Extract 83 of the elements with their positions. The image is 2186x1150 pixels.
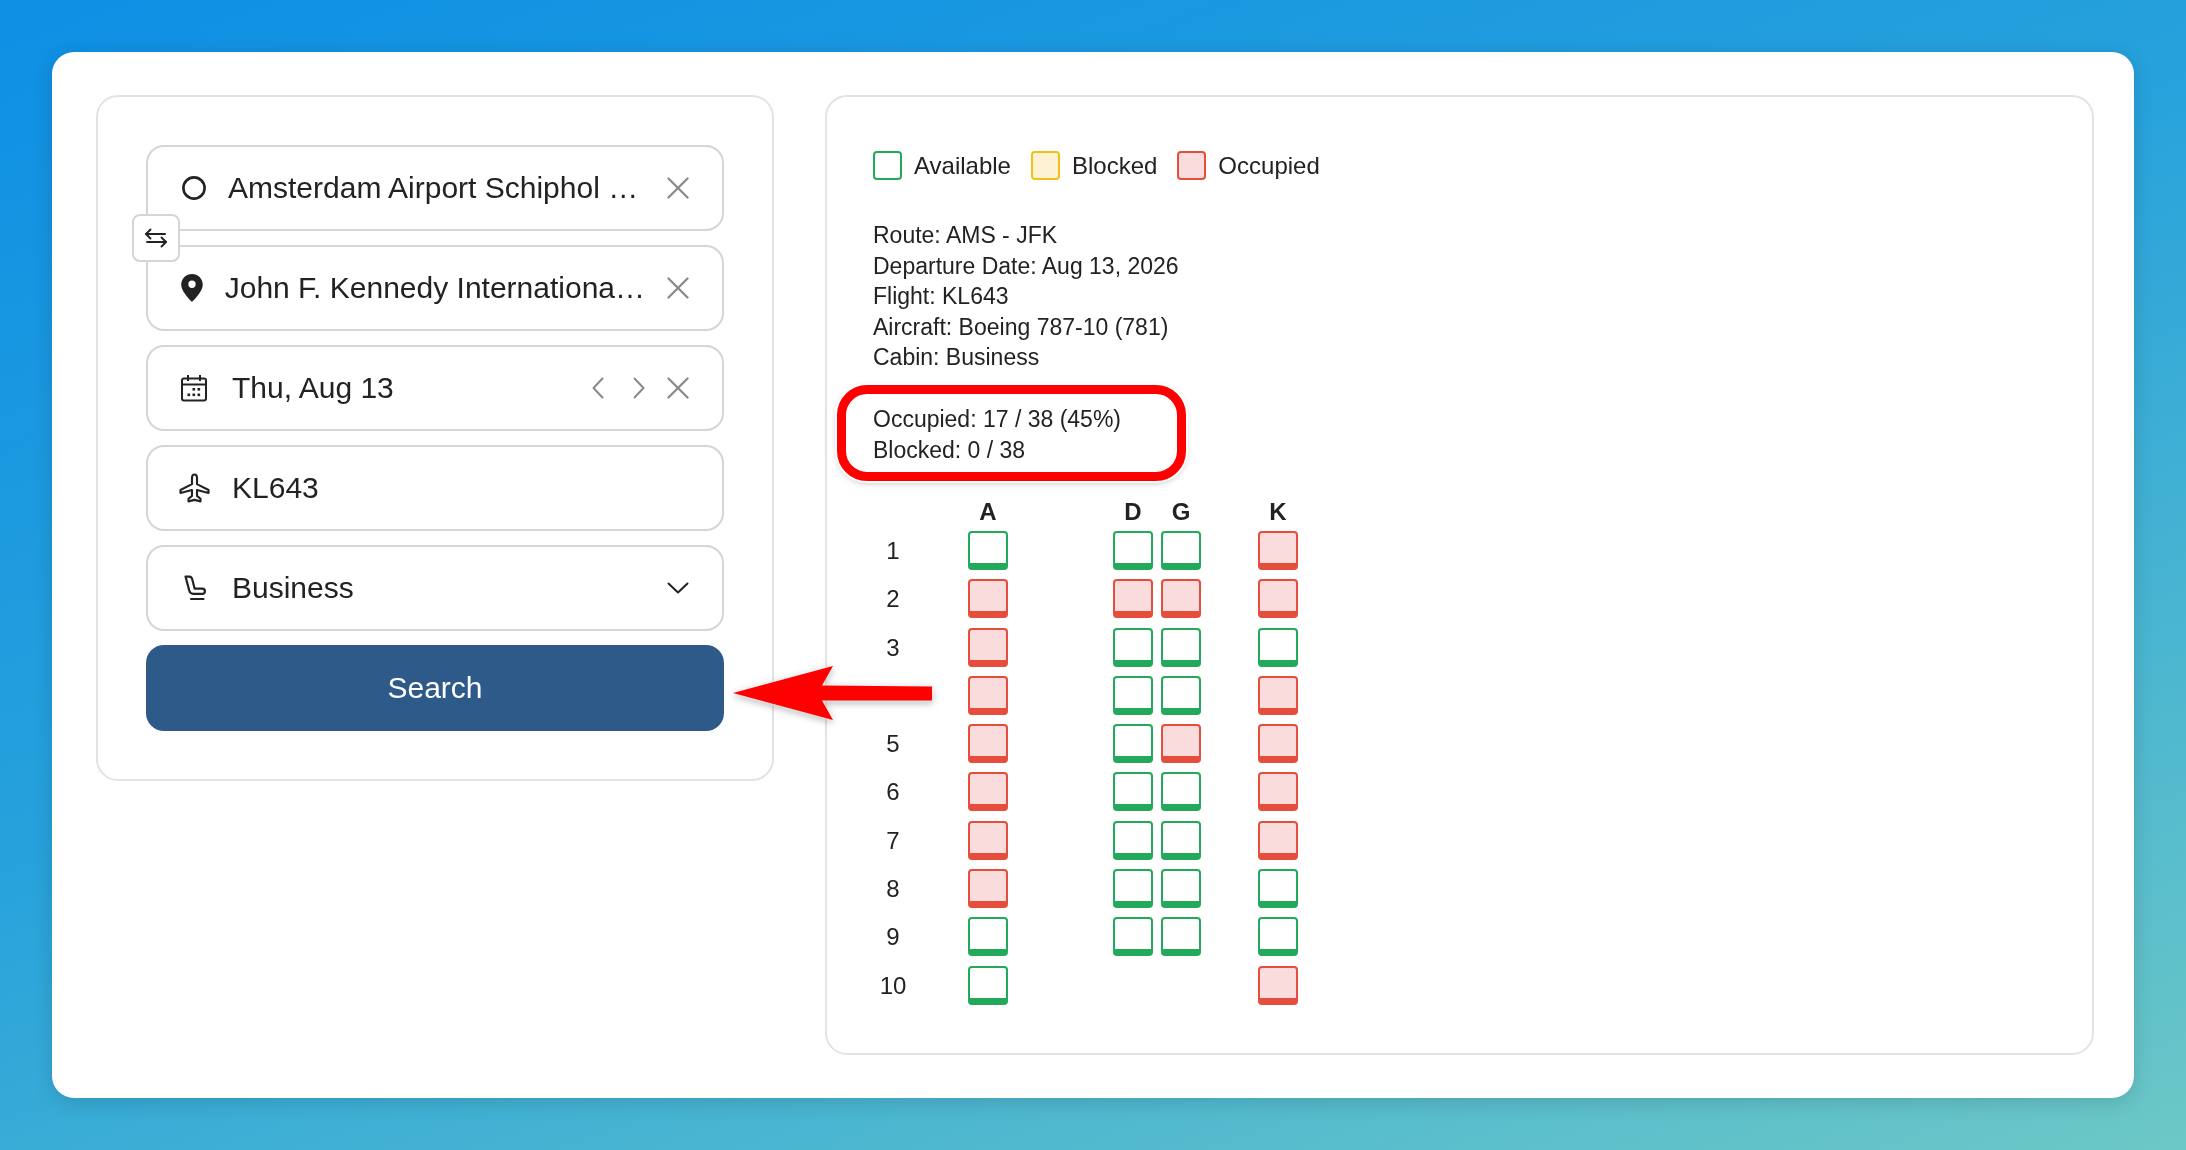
seat-icon xyxy=(1113,772,1153,812)
seat-icon xyxy=(1161,724,1201,764)
seat-icon xyxy=(1113,627,1153,667)
location-pin-icon xyxy=(181,274,204,302)
seat-icon xyxy=(1113,917,1153,957)
flight-info-text: Aircraft: Boeing 787-10 (781) xyxy=(873,312,1169,342)
close-icon[interactable] xyxy=(667,277,689,299)
seat-icon xyxy=(1258,579,1298,619)
seat-icon xyxy=(968,579,1008,619)
swatch-icon xyxy=(1030,151,1060,180)
seat-icon xyxy=(1258,869,1298,909)
seat-icon xyxy=(1258,772,1298,812)
swatch-icon xyxy=(873,151,902,180)
seat-icon xyxy=(1113,675,1153,715)
search-button[interactable]: Search xyxy=(146,645,724,731)
seat-icon xyxy=(1258,917,1298,957)
seat-icon xyxy=(1161,579,1201,619)
flight-info-text: Departure Date: Aug 13, 2026 xyxy=(873,251,1179,281)
chevron-right-icon[interactable] xyxy=(633,377,645,399)
airplane-icon xyxy=(178,473,210,503)
seat-icon xyxy=(968,965,1008,1005)
seat-icon xyxy=(968,772,1008,812)
swap-button[interactable] xyxy=(132,214,180,262)
seat-icon xyxy=(1113,579,1153,619)
seat-icon xyxy=(1258,965,1298,1005)
seat-icon xyxy=(968,531,1008,570)
seat-icon xyxy=(1161,869,1201,909)
swatch-icon xyxy=(1177,151,1207,180)
seat-icon xyxy=(1258,531,1298,570)
seat-icon xyxy=(1258,627,1298,667)
seat-icon xyxy=(1113,531,1153,570)
seat-icon xyxy=(1258,675,1298,715)
seat-icon xyxy=(968,675,1008,715)
seat-icon xyxy=(1258,820,1298,860)
row-number: 3 xyxy=(885,632,901,663)
seat-icon xyxy=(1113,869,1153,909)
occupancy-text: Occupied: 17 / 38 (45%) xyxy=(873,404,1122,434)
seat-icon xyxy=(1161,675,1201,715)
column-header: A xyxy=(978,498,998,526)
seat-icon xyxy=(1113,820,1153,860)
close-icon[interactable] xyxy=(667,177,689,199)
legend-label: Available xyxy=(914,151,1011,180)
flight-number-field[interactable]: KL643 xyxy=(146,445,724,531)
destination-field[interactable]: John F. Kennedy Internationa… xyxy=(146,245,724,331)
seat-icon xyxy=(968,869,1008,909)
seat-icon xyxy=(1161,627,1201,667)
calendar-icon xyxy=(180,374,208,402)
seat-icon xyxy=(1161,820,1201,860)
chevron-left-icon[interactable] xyxy=(592,377,604,399)
date-field[interactable]: Thu, Aug 13 xyxy=(146,345,724,431)
seat-icon xyxy=(968,724,1008,764)
circle-icon xyxy=(182,176,206,200)
row-number: 8 xyxy=(885,874,901,905)
column-header: K xyxy=(1268,498,1288,526)
seat-icon xyxy=(1161,772,1201,812)
row-number: 2 xyxy=(885,584,901,615)
seat-icon xyxy=(1161,917,1201,957)
legend-label: Blocked xyxy=(1071,151,1158,180)
occupancy-text: Blocked: 0 / 38 xyxy=(873,435,1026,465)
column-header: G xyxy=(1170,498,1192,526)
cabin-dropdown[interactable]: Business xyxy=(146,545,724,631)
seat-icon xyxy=(968,917,1008,957)
row-number: 9 xyxy=(885,922,901,953)
chevron-down-icon[interactable] xyxy=(667,582,689,594)
row-number: 7 xyxy=(885,825,901,856)
column-header: D xyxy=(1123,498,1143,526)
flight-info-text: Route: AMS - JFK xyxy=(873,221,1058,250)
seat-icon xyxy=(968,820,1008,860)
seat-icon xyxy=(1161,531,1201,570)
seat-icon xyxy=(1113,724,1153,764)
row-number: 5 xyxy=(885,729,901,760)
row-number: 6 xyxy=(885,777,901,808)
swap-icon xyxy=(144,228,168,248)
legend-label: Occupied xyxy=(1218,151,1320,180)
seat-icon xyxy=(1258,724,1298,764)
flight-info-text: Flight: KL643 xyxy=(873,282,1009,311)
close-icon[interactable] xyxy=(667,377,689,399)
seat-icon xyxy=(182,574,206,602)
row-number: 10 xyxy=(878,970,908,1001)
row-number: 1 xyxy=(885,536,901,566)
flight-info-text: Cabin: Business xyxy=(873,343,1040,372)
origin-field[interactable]: Amsterdam Airport Schiphol … xyxy=(146,145,724,231)
seat-icon xyxy=(968,627,1008,667)
